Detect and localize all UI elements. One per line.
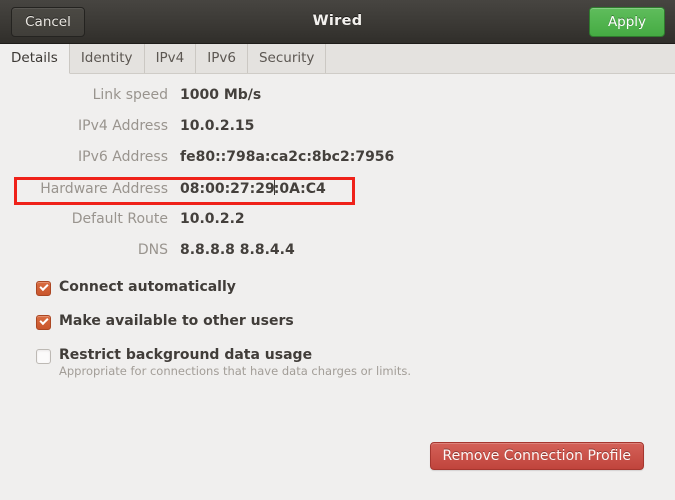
apply-button[interactable]: Apply [589, 7, 665, 37]
option-labels: Restrict background data usage Appropriat… [59, 347, 411, 378]
detail-label: DNS [137, 242, 168, 258]
detail-label: IPv4 Address [78, 118, 168, 134]
detail-row: Default Route 10.0.2.2 [0, 211, 675, 242]
option-row[interactable]: Make available to other users [36, 313, 411, 330]
detail-value[interactable]: 08:00:27:29:0A:C4 [180, 180, 326, 197]
option-title: Restrict background data usage [59, 347, 313, 363]
detail-row: DNS 8.8.8.8 8.8.4.4 [0, 242, 675, 273]
checkbox-checked-icon[interactable] [36, 315, 51, 330]
option-title: Connect automatically [59, 279, 236, 295]
detail-value: fe80::798a:ca2c:8bc2:7956 [180, 149, 395, 165]
text-cursor-icon [273, 180, 275, 195]
tab-bar: Details Identity IPv4 IPv6 Security [0, 44, 675, 74]
option-row[interactable]: Restrict background data usage Appropriat… [36, 347, 411, 378]
detail-rows-list: Link speed 1000 Mb/s IPv4 Address 10.0.2.15… [0, 87, 675, 273]
remove-connection-profile-button[interactable]: Remove Connection Profile [429, 442, 644, 470]
detail-label: Default Route [71, 211, 168, 227]
detail-row: IPv6 Address fe80::798a:ca2c:8bc2:7956 [0, 149, 675, 180]
detail-value: 10.0.2.15 [180, 118, 255, 134]
tab-details[interactable]: Details [0, 44, 70, 74]
option-labels: Make available to other users [59, 313, 294, 329]
detail-row: IPv4 Address 10.0.2.15 [0, 118, 675, 149]
options-list: Connect automatically Make available to o… [36, 279, 411, 395]
title-bar: Cancel Wired Apply [0, 0, 675, 44]
detail-label: Hardware Address [40, 181, 168, 197]
option-labels: Connect automatically [59, 279, 236, 295]
checkbox-checked-icon[interactable] [36, 281, 51, 296]
tab-ipv4[interactable]: IPv4 [144, 44, 197, 73]
tab-identity[interactable]: Identity [69, 44, 145, 73]
details-panel: Link speed 1000 Mb/s IPv4 Address 10.0.2.15… [0, 74, 675, 500]
option-row[interactable]: Connect automatically [36, 279, 411, 296]
tab-security[interactable]: Security [247, 44, 327, 73]
detail-row: Hardware Address 08:00:27:29:0A:C4 [0, 177, 675, 211]
detail-label: Link speed [92, 87, 168, 103]
option-subtitle: Appropriate for connections that have da… [59, 364, 411, 379]
tab-ipv6[interactable]: IPv6 [196, 44, 248, 73]
detail-value: 1000 Mb/s [180, 87, 262, 103]
detail-value: 10.0.2.2 [180, 211, 245, 227]
window-title: Wired [312, 13, 363, 29]
detail-row: Link speed 1000 Mb/s [0, 87, 675, 118]
option-title: Make available to other users [59, 313, 294, 329]
detail-label: IPv6 Address [78, 149, 168, 165]
detail-value: 8.8.8.8 8.8.4.4 [180, 242, 295, 258]
checkbox-unchecked-icon[interactable] [36, 349, 51, 364]
